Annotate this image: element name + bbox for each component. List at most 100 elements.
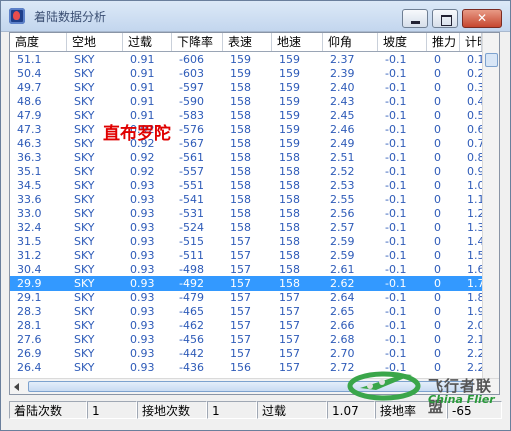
table-cell: 29.1 — [17, 291, 42, 304]
table-cell: 0.1 — [467, 53, 482, 66]
table-cell: SKY — [74, 277, 95, 290]
vertical-scroll-thumb[interactable] — [485, 53, 498, 67]
column-header[interactable]: 地速 — [272, 33, 323, 51]
table-cell: 31.5 — [17, 235, 42, 248]
column-header[interactable]: 高度 — [10, 33, 67, 51]
table-cell: 29.9 — [17, 277, 42, 290]
column-header[interactable]: 表速 — [223, 33, 272, 51]
table-row[interactable]: 49.7 SKY 0.91 -597 158 159 2.40 -0.1 0 0.3 — [10, 80, 482, 95]
table-row-selected[interactable]: 29.9 SKY 0.93 -492 157 158 2.62 -0.1 0 1.7 — [10, 276, 482, 291]
table-cell: 0.93 — [130, 263, 155, 276]
table-cell: 50.4 — [17, 67, 42, 80]
table-cell: 158 — [279, 263, 300, 276]
table-cell: -465 — [179, 305, 204, 318]
table-cell: 2.45 — [330, 109, 355, 122]
table-cell: 158 — [230, 81, 251, 94]
table-row[interactable]: 27.6 SKY 0.93 -456 157 157 2.68 -0.1 0 2.1 — [10, 332, 482, 347]
table-cell: -0.1 — [385, 291, 407, 304]
table-cell: -606 — [179, 53, 204, 66]
table-cell: SKY — [74, 263, 95, 276]
table-cell: 158 — [230, 179, 251, 192]
table-cell: 31.2 — [17, 249, 42, 262]
table-row[interactable]: 33.0 SKY 0.93 -531 158 158 2.56 -0.1 0 1.2 — [10, 206, 482, 221]
table-cell: 0 — [434, 305, 441, 318]
table-cell: -531 — [179, 207, 204, 220]
table-cell: 156 — [230, 361, 251, 374]
table-cell: -0.1 — [385, 207, 407, 220]
table-row[interactable]: 31.2 SKY 0.93 -511 157 158 2.59 -0.1 0 1.5 — [10, 248, 482, 263]
table-cell: 48.6 — [17, 95, 42, 108]
title-bar[interactable]: 着陆数据分析 ✕ — [1, 1, 510, 32]
table-row[interactable]: 32.4 SKY 0.93 -524 158 158 2.57 -0.1 0 1.3 — [10, 220, 482, 235]
scroll-left-arrow-icon[interactable] — [14, 383, 19, 391]
table-cell: 0 — [434, 193, 441, 206]
table-cell: -0.1 — [385, 109, 407, 122]
table-row[interactable]: 28.3 SKY 0.93 -465 157 157 2.65 -0.1 0 1.9 — [10, 304, 482, 319]
table-cell: SKY — [74, 207, 95, 220]
column-header[interactable]: 坡度 — [378, 33, 427, 51]
table-cell: 159 — [279, 95, 300, 108]
table-cell: -456 — [179, 333, 204, 346]
table-row[interactable]: 48.6 SKY 0.91 -590 158 159 2.43 -0.1 0 0.4 — [10, 94, 482, 109]
column-header[interactable]: 推力 — [427, 33, 460, 51]
table-cell: 2.53 — [330, 179, 355, 192]
table-cell: 157 — [230, 305, 251, 318]
table-cell: -0.1 — [385, 319, 407, 332]
table-row[interactable]: 28.1 SKY 0.93 -462 157 157 2.66 -0.1 0 2.0 — [10, 318, 482, 333]
table-row[interactable]: 47.3SKY0.92-5761581592.46-0.100.6 — [10, 122, 482, 137]
table-row[interactable]: 29.1 SKY 0.93 -479 157 157 2.64 -0.1 0 1.8 — [10, 290, 482, 305]
table-cell: 2.49 — [330, 137, 355, 150]
touchdown-count-value: 1 — [207, 401, 257, 419]
column-header[interactable]: 过载 — [123, 33, 172, 51]
table-row[interactable]: 30.4 SKY 0.93 -498 157 158 2.61 -0.1 0 1.6 — [10, 262, 482, 277]
table-row[interactable]: 34.5 SKY 0.93 -551 158 158 2.53 -0.1 0 1.0 — [10, 178, 482, 193]
table-cell: 0.93 — [130, 221, 155, 234]
table-cell: 2.0 — [467, 319, 482, 332]
table-cell: 0.93 — [130, 193, 155, 206]
table-cell: 1.5 — [467, 249, 482, 262]
table-cell: 158 — [230, 221, 251, 234]
table-row[interactable]: 51.1 SKY 0.91 -606 159 159 2.37 -0.1 0 0.1 — [10, 52, 482, 67]
table-row[interactable]: 50.4 SKY 0.91 -603 159 159 2.39 -0.1 0 0.2 — [10, 66, 482, 81]
table-row[interactable]: 33.6 SKY 0.93 -541 158 158 2.55 -0.1 0 1.1 — [10, 192, 482, 207]
table-cell: 0 — [434, 291, 441, 304]
touchdown-count-label: 接地次数 — [137, 401, 207, 419]
table-cell: 47.3 — [17, 123, 42, 136]
table-row[interactable]: 35.1 SKY 0.92 -557 158 158 2.52 -0.1 0 0.9 — [10, 164, 482, 179]
column-header[interactable]: 空地 — [67, 33, 123, 51]
table-cell: 0 — [434, 263, 441, 276]
column-header[interactable]: 仰角 — [323, 33, 378, 51]
table-cell: -583 — [179, 109, 204, 122]
table-row[interactable]: 31.5 SKY 0.93 -515 157 158 2.59 -0.1 0 1.4 — [10, 234, 482, 249]
table-cell: 0.3 — [467, 81, 482, 94]
table-cell: 157 — [230, 235, 251, 248]
table-cell: 158 — [279, 165, 300, 178]
table-row[interactable]: 47.9SKY0.91-5831581592.45-0.100.5 — [10, 108, 482, 123]
column-header[interactable]: 下降率 — [172, 33, 223, 51]
vertical-scrollbar[interactable] — [482, 33, 499, 378]
minimize-button[interactable] — [402, 9, 428, 28]
table-cell: -0.1 — [385, 193, 407, 206]
table-cell: 0.2 — [467, 67, 482, 80]
grid-body[interactable]: 51.1SKY0.91-6061591592.37-0.100.150.4SKY… — [10, 52, 482, 378]
column-header[interactable]: 计时 — [460, 33, 482, 51]
table-cell: -498 — [179, 263, 204, 276]
data-grid[interactable]: 高度空地过载下降率表速地速仰角坡度推力计时 51.1 SKY 0.91 -606 159… — [9, 32, 500, 395]
table-cell: 0.93 — [130, 277, 155, 290]
close-button[interactable]: ✕ — [462, 9, 502, 28]
table-row[interactable]: 46.3SKY0.92-5671581592.49-0.100.7 — [10, 136, 482, 151]
table-cell: 36.3 — [17, 151, 42, 164]
table-cell: 2.51 — [330, 151, 355, 164]
table-cell: 0 — [434, 207, 441, 220]
table-cell: 0.93 — [130, 207, 155, 220]
table-cell: -442 — [179, 347, 204, 360]
table-cell: -541 — [179, 193, 204, 206]
table-cell: 0 — [434, 277, 441, 290]
table-cell: 2.61 — [330, 263, 355, 276]
table-cell: 2.62 — [330, 277, 355, 290]
maximize-button[interactable] — [432, 9, 458, 28]
table-cell: 0.93 — [130, 305, 155, 318]
table-row[interactable]: 36.3 SKY 0.92 -561 158 158 2.51 -0.1 0 0.8 — [10, 150, 482, 165]
table-cell: 0.93 — [130, 361, 155, 374]
table-cell: -0.1 — [385, 81, 407, 94]
